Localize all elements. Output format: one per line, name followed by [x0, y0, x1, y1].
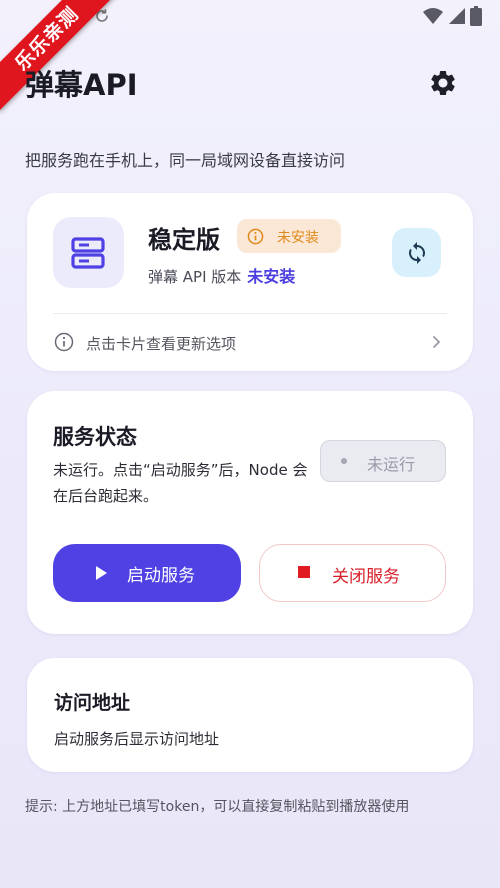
version-row: 弹幕 API 版本 未安装 [148, 263, 295, 287]
server-icon [71, 237, 105, 269]
play-icon [96, 566, 107, 580]
page-title: 弹幕API [25, 68, 138, 102]
page-subtitle: 把服务跑在手机上，同一局域网设备直接访问 [25, 151, 346, 170]
access-address-description: 启动服务后显示访问地址 [54, 730, 220, 748]
service-status-title: 服务状态 [53, 425, 137, 449]
update-hint-row[interactable]: 点击卡片查看更新选项 [54, 331, 447, 353]
run-status-text: 未运行 [367, 455, 416, 474]
info-circle-icon [247, 228, 264, 245]
stop-service-button[interactable]: 关闭服务 [259, 544, 446, 602]
stop-icon [298, 566, 310, 578]
gear-icon[interactable] [428, 68, 458, 98]
info-circle-icon [54, 332, 74, 352]
access-address-card: 访问地址 启动服务后显示访问地址 [27, 658, 473, 772]
update-hint-text: 点击卡片查看更新选项 [86, 335, 237, 353]
version-label: 弹幕 API 版本 [148, 268, 242, 286]
card-divider [53, 313, 447, 314]
start-service-button[interactable]: 启动服务 [53, 544, 241, 602]
service-status-description: 未运行。点击“启动服务”后，Node 会在后台跑起来。 [53, 461, 308, 505]
signal-icon [449, 8, 465, 24]
footer-tip: 提示: 上方地址已填写token，可以直接复制粘贴到播放器使用 [25, 799, 410, 815]
version-value: 未安装 [247, 267, 296, 286]
install-status-text: 未安装 [277, 230, 319, 246]
version-card[interactable]: 稳定版 未安装 弹幕 API 版本 未安装 点击卡片查看更新选项 [27, 193, 473, 371]
start-service-label: 启动服务 [127, 566, 195, 585]
system-icons [422, 6, 482, 26]
edition-label: 稳定版 [148, 226, 220, 254]
wifi-icon [423, 8, 443, 24]
install-status-badge: 未安装 [237, 219, 341, 253]
chevron-right-icon [433, 336, 441, 348]
refresh-icon [409, 242, 425, 264]
service-status-card: 服务状态 未运行。点击“启动服务”后，Node 会在后台跑起来。 未运行 启动服… [27, 391, 473, 634]
refresh-button[interactable] [392, 228, 441, 277]
battery-icon [470, 6, 482, 26]
access-address-title: 访问地址 [54, 692, 131, 714]
status-dot [341, 458, 347, 464]
stop-service-label: 关闭服务 [332, 567, 400, 586]
server-icon-container [53, 217, 124, 288]
run-status-badge: 未运行 [320, 440, 446, 482]
